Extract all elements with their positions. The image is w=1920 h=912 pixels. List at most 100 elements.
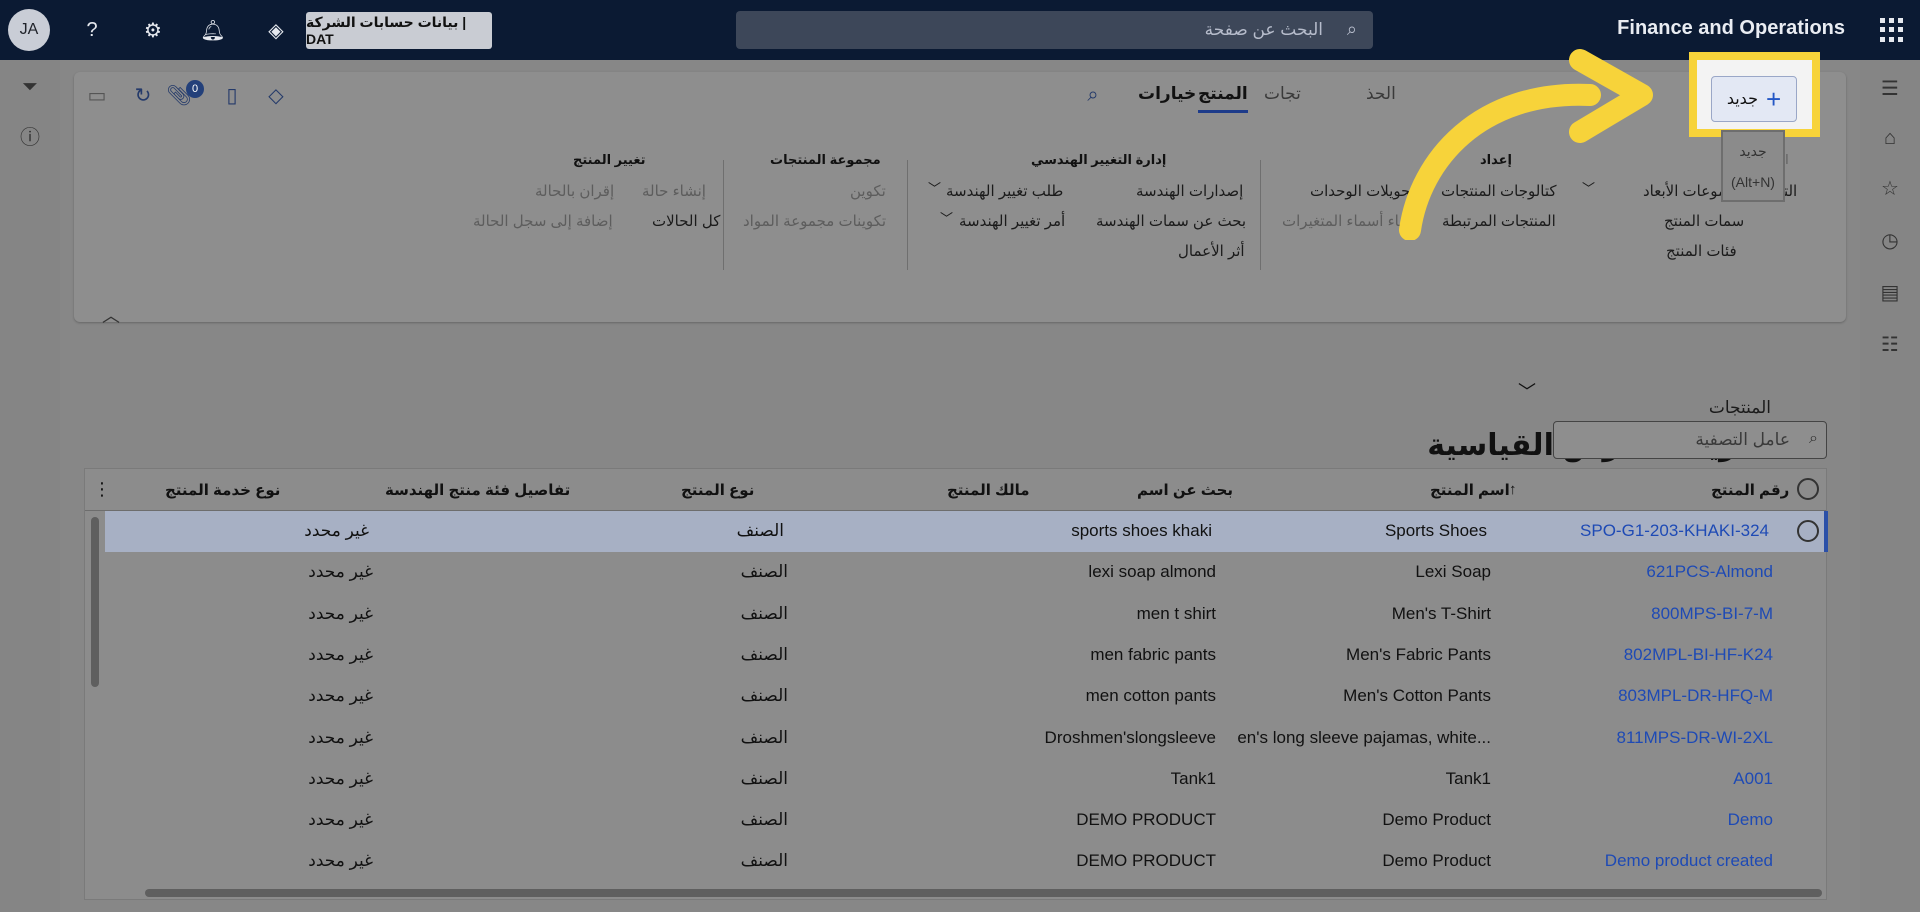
help-icon[interactable]: ? [78,16,106,44]
gear-icon[interactable]: ⚙ [139,16,167,44]
engineering-versions-button[interactable]: إصدارات الهندسة [1136,182,1243,200]
cell-product-number[interactable]: Demo product created [1605,851,1773,871]
copilot-icon[interactable]: ◈ [262,16,290,44]
filter-icon[interactable]: ⏷ [17,74,43,100]
app-title: Finance and Operations [1617,17,1845,39]
engineering-change-request-button[interactable]: طلب تغيير الهندسة [946,182,1063,200]
avatar[interactable]: JA [8,9,50,51]
app-launcher-icon[interactable] [1880,18,1904,42]
cell-search-name: DEMO PRODUCT [1076,810,1216,830]
row-select-radio[interactable] [1797,520,1819,542]
workspace-icon[interactable]: ▤ [1876,278,1904,306]
cell-service-type: غير محدد [308,603,373,623]
select-all-radio[interactable] [1797,478,1819,500]
table-row[interactable]: 811MPS-DR-WI-2XL en's long sleeve pajamas… [105,718,1828,759]
attach-count-badge: 0 [186,80,204,98]
material-group-configurations-button[interactable]: تكوينات مجموعة المواد [743,212,886,230]
sort-ascending-icon[interactable]: ↑ [1509,481,1517,498]
home-icon[interactable]: ⌂ [1876,124,1904,152]
horizontal-scrollbar[interactable] [145,889,1822,897]
configuration-button[interactable]: تكوين [850,182,886,200]
table-row[interactable]: Demo product created Demo Product DEMO PRO… [105,841,1828,882]
cell-product-number[interactable]: 803MPL-DR-HFQ-M [1618,686,1773,706]
tutorial-arrow-icon [1399,49,1653,240]
business-impact-button[interactable]: أثر الأعمال [1178,242,1245,260]
cell-product-number[interactable]: 621PCS-Almond [1646,562,1773,582]
list-icon[interactable]: ☷ [1876,330,1904,358]
office-icon[interactable]: ▯ [219,82,245,108]
cell-product-number[interactable]: A001 [1733,769,1773,789]
cell-product-name: Tank1 [1445,768,1491,788]
products-grid: ⋮ رقم المنتج ↑ اسم المنتج بحث عن اسم مال… [84,468,1828,900]
cell-product-number[interactable]: 811MPS-DR-WI-2XL [1617,728,1774,748]
header-service-type[interactable]: نوع خدمة المنتج [165,481,280,499]
tab-products[interactable]: تجات [1264,84,1301,104]
recent-icon[interactable]: ◷ [1876,226,1904,254]
chevron-down-icon[interactable]: ﹀ [1518,378,1536,404]
menu-icon[interactable]: ☰ [1876,74,1904,102]
cell-service-type: غير محدد [308,810,373,830]
delete-icon[interactable]: ▭ [84,82,110,108]
header-product-number[interactable]: رقم المنتج [1711,481,1789,499]
table-row[interactable]: Demo Demo Product DEMO PRODUCT الصنف غير محد… [105,800,1828,841]
cell-product-name: Men's T-Shirt [1391,603,1491,623]
cell-product-type: الصنف [740,686,788,706]
search-input[interactable]: البحث عن صفحة ⌕ [736,11,1373,49]
table-row[interactable]: 802MPL-BI-HF-K24 Men's Fabric Pants men fa… [105,635,1828,676]
group-separator [907,160,908,270]
star-icon[interactable]: ☆ [1876,174,1904,202]
cell-product-number[interactable]: Demo [1728,810,1773,830]
group-title-product-group: مجموعة المنتجات [770,152,881,167]
search-icon: ⌕ [1809,430,1818,447]
all-cases-button[interactable]: كل الحالات [652,212,720,230]
cell-service-type: غير محدد [308,562,373,582]
table-row[interactable]: 621PCS-Almond Lexi Soap lexi soap almond ال… [105,552,1828,593]
company-selector[interactable]: بيانات حسابات الشركة | DAT [306,12,492,49]
cell-service-type: غير محدد [308,727,373,747]
engineering-attribute-search-button[interactable]: بحث عن سمات الهندسة [1096,212,1246,230]
power-apps-icon[interactable]: ◇ [263,82,289,108]
create-case-button[interactable]: إنشاء حالة [642,182,706,200]
add-to-case-log-button[interactable]: إضافة إلى سجل الحالة [473,212,613,230]
bell-icon[interactable]: 🔔︎ [199,16,227,44]
table-row[interactable]: 803MPL-DR-HFQ-M Men's Cotton Pants men cot… [105,676,1828,717]
cell-product-type: الصنف [740,851,788,871]
group-separator [1260,160,1261,270]
cell-product-type: الصنف [740,644,788,664]
header-product-owner[interactable]: مالك المنتج [947,481,1030,499]
cell-product-type: الصنف [740,810,788,830]
header-product-name[interactable]: اسم المنتج [1430,481,1510,499]
header-engineering-category[interactable]: تفاصيل فئة منتج الهندسة [385,481,570,499]
cell-product-name: Men's Cotton Pants [1343,686,1491,706]
plus-icon: + [1765,84,1782,114]
refresh-icon[interactable]: ↻ [130,82,156,108]
tab-options[interactable]: خيارات [1138,84,1196,104]
product-categories-button[interactable]: فئات المنتج [1666,242,1737,260]
cell-product-number[interactable]: SPO-G1-203-KHAKI-324 [1580,521,1769,541]
cell-product-number[interactable]: 800MPS-BI-7-M [1651,604,1773,624]
table-row[interactable]: 800MPS-BI-7-M Men's T-Shirt men t shirt الص… [105,594,1828,635]
header-product-type[interactable]: نوع المنتج [681,481,754,499]
filter-input[interactable]: عامل التصفية ⌕ [1553,421,1827,459]
info-icon[interactable]: ⓘ [17,122,43,149]
cell-service-type: غير محدد [308,768,373,788]
action-search-icon[interactable]: ⌕ [1080,82,1106,108]
cell-product-number[interactable]: 802MPL-BI-HF-K24 [1624,645,1773,665]
engineering-change-order-button[interactable]: أمر تغيير الهندسة [959,212,1065,230]
tab-product[interactable]: المنتج [1198,84,1248,113]
header-search-name[interactable]: بحث عن اسم [1137,481,1233,499]
cell-search-name: DEMO PRODUCT [1076,851,1216,871]
table-row[interactable]: SPO-G1-203-KHAKI-324 Sports Shoes sports s… [105,511,1828,552]
chevron-down-icon[interactable]: ﹀ [940,208,953,227]
associate-case-button[interactable]: إقران بالحالة [535,182,614,200]
vertical-scrollbar[interactable] [91,517,99,687]
chevron-down-icon[interactable]: ﹀ [928,178,941,197]
new-button[interactable]: جديد + [1711,76,1797,122]
more-options-icon[interactable]: ⋮ [93,479,111,500]
cell-search-name: Droshmen'slongsleeve [1044,727,1216,747]
breadcrumb: المنتجات [1708,398,1771,417]
collapse-ribbon-icon[interactable]: ︿ [102,302,120,328]
table-row[interactable]: A001 Tank1 Tank1 الصنف غير محدد [105,759,1828,800]
search-icon: ⌕ [1346,19,1357,39]
cell-product-type: الصنف [740,603,788,623]
